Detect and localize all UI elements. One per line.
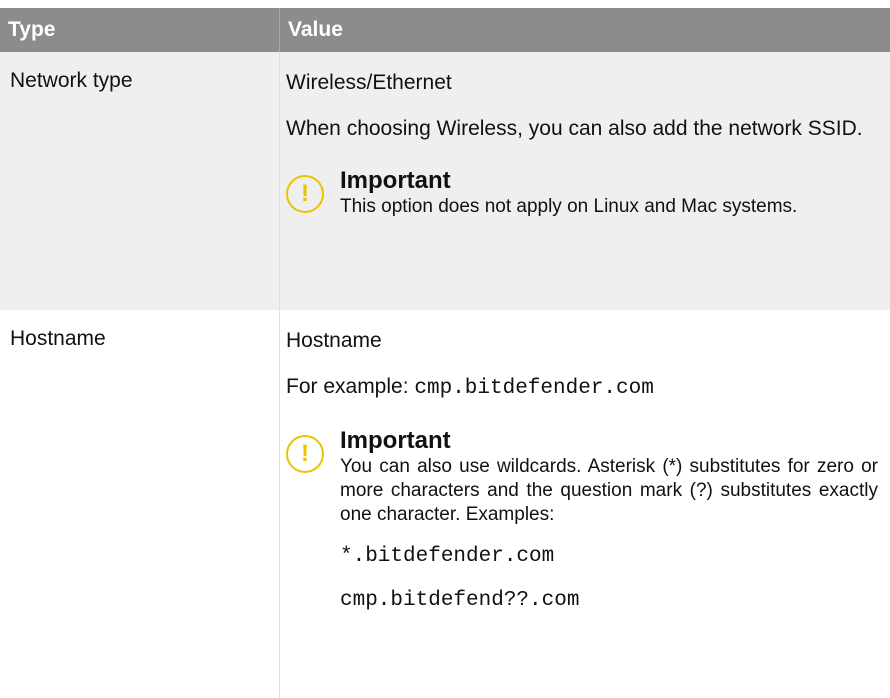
- exclamation-icon: !: [286, 435, 324, 473]
- value-cell: Wireless/Ethernet When choosing Wireless…: [280, 52, 890, 310]
- value-title: Wireless/Ethernet: [286, 71, 452, 94]
- important-text: You can also use wildcards. Asterisk (*)…: [340, 456, 878, 525]
- important-note: ! Important This option does not apply o…: [286, 167, 878, 219]
- table-row: Hostname Hostname For example: cmp.bitde…: [0, 310, 890, 698]
- example-line: For example: cmp.bitdefender.com: [286, 373, 878, 403]
- value-description: When choosing Wireless, you can also add…: [286, 117, 863, 140]
- table-row: Network type Wireless/Ethernet When choo…: [0, 52, 890, 310]
- table-header: Type Value: [0, 8, 890, 52]
- type-cell: Network type: [0, 52, 280, 310]
- header-type: Type: [0, 8, 280, 52]
- wildcard-example: *.bitdefender.com: [340, 545, 555, 568]
- important-text: This option does not apply on Linux and …: [340, 196, 798, 217]
- wildcard-example: cmp.bitdefend??.com: [340, 589, 580, 612]
- example-label: For example:: [286, 375, 409, 398]
- value-cell: Hostname For example: cmp.bitdefender.co…: [280, 310, 890, 698]
- type-cell: Hostname: [0, 310, 280, 698]
- important-note: ! Important You can also use wildcards. …: [286, 427, 878, 615]
- header-value: Value: [288, 18, 343, 41]
- value-title: Hostname: [286, 329, 382, 352]
- example-code: cmp.bitdefender.com: [414, 377, 654, 400]
- exclamation-icon: !: [286, 175, 324, 213]
- important-title: Important: [340, 167, 451, 194]
- settings-table: Type Value Network type Wireless/Etherne…: [0, 8, 890, 698]
- important-title: Important: [340, 427, 451, 454]
